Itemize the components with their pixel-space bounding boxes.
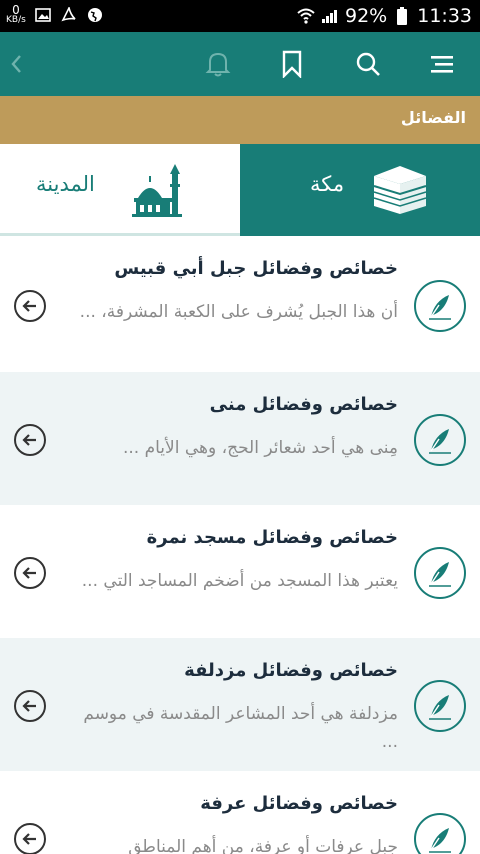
pdf-icon — [60, 6, 78, 24]
status-right: 92% 11:33 — [297, 0, 472, 32]
arrow-left-icon[interactable] — [14, 690, 46, 722]
list-item[interactable]: خصائص وفضائل مزدلفة مزدلفة هي أحد المشاع… — [0, 638, 480, 771]
bell-icon[interactable] — [202, 48, 234, 80]
item-snippet: مِنى هي أحد شعائر الحج، وهي الأيام ... — [122, 438, 398, 458]
feather-pen-icon — [414, 680, 466, 732]
mosque-icon — [132, 162, 188, 222]
image-icon — [34, 6, 52, 24]
back-chevron-icon[interactable] — [0, 48, 32, 80]
section-bar: الفضائل — [0, 96, 480, 144]
item-title: خصائص وفضائل مزدلفة — [184, 660, 398, 681]
tab-makkah-label: مكة — [310, 172, 345, 196]
item-title: خصائص وفضائل منى — [209, 394, 398, 415]
clock-time: 11:33 — [417, 5, 472, 27]
item-snippet: يعتبر هذا المسجد من أضخم المساجد التي ..… — [81, 571, 398, 591]
feather-pen-icon — [414, 813, 466, 854]
item-snippet: جبل عرفات أو عرفة، من أهم المناطق — [128, 837, 398, 854]
menu-icon[interactable] — [426, 48, 458, 80]
tabs: المدينة مكة — [0, 144, 480, 236]
tab-madinah[interactable]: المدينة — [0, 144, 240, 236]
arrow-left-icon[interactable] — [14, 290, 46, 322]
list-item[interactable]: خصائص وفضائل مسجد نمرة يعتبر هذا المسجد … — [0, 505, 480, 638]
arrow-left-icon[interactable] — [14, 557, 46, 589]
wifi-icon — [297, 7, 315, 25]
signal-icon — [321, 7, 339, 25]
search-icon[interactable] — [352, 48, 384, 80]
section-title: الفضائل — [400, 108, 466, 127]
status-left: 0 KB/s — [6, 4, 104, 25]
feather-pen-icon — [414, 547, 466, 599]
list-item[interactable]: خصائص وفضائل عرفة جبل عرفات أو عرفة، من … — [0, 771, 480, 854]
battery-percent: 92% — [345, 5, 388, 27]
item-title: خصائص وفضائل مسجد نمرة — [146, 527, 398, 548]
network-speed-unit: KB/s — [6, 15, 26, 25]
item-title: خصائص وفضائل جبل أبي قبيس — [114, 258, 398, 279]
tab-madinah-label: المدينة — [36, 172, 95, 196]
item-snippet: أن هذا الجبل يُشرف على الكعبة المشرفة، .… — [79, 302, 398, 322]
app-bar — [0, 32, 480, 96]
feather-pen-icon — [414, 414, 466, 466]
tab-makkah[interactable]: مكة — [240, 144, 480, 236]
kaaba-icon — [370, 162, 430, 222]
list-item[interactable]: خصائص وفضائل جبل أبي قبيس أن هذا الجبل ي… — [0, 236, 480, 372]
list-item[interactable]: خصائص وفضائل منى مِنى هي أحد شعائر الحج،… — [0, 372, 480, 505]
status-bar: 0 KB/s 92% 11:33 — [0, 0, 480, 32]
arrow-left-icon[interactable] — [14, 424, 46, 456]
globe-icon — [86, 6, 104, 24]
battery-icon — [393, 7, 411, 25]
network-speed: 0 KB/s — [6, 4, 26, 25]
feather-pen-icon — [414, 280, 466, 332]
item-snippet: مزدلفة هي أحد المشاعر المقدسة في موسم ..… — [83, 704, 398, 752]
bookmark-icon[interactable] — [276, 48, 308, 80]
arrow-left-icon[interactable] — [14, 823, 46, 854]
item-title: خصائص وفضائل عرفة — [200, 793, 398, 814]
